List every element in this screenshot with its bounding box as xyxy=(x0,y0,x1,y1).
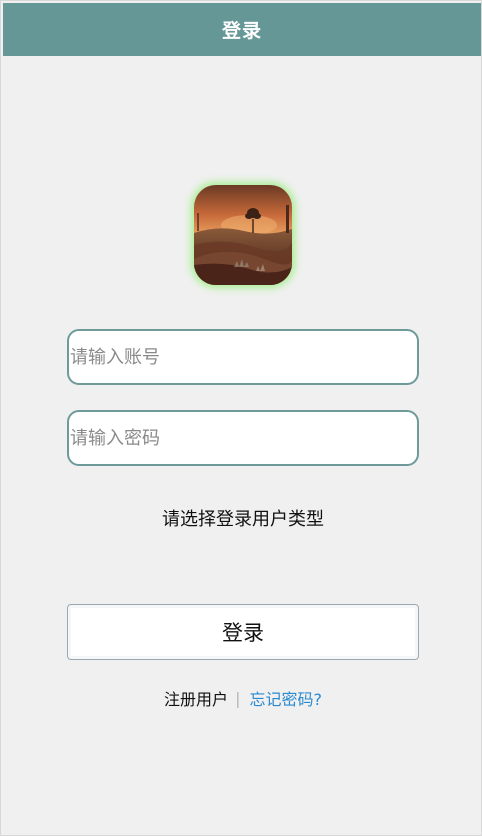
account-input[interactable] xyxy=(69,331,417,383)
link-separator: | xyxy=(235,688,241,708)
password-field[interactable] xyxy=(67,410,419,466)
avatar xyxy=(194,185,292,285)
account-field[interactable] xyxy=(67,329,419,385)
footer-links: 注册用户 | 忘记密码? xyxy=(1,686,482,710)
password-input[interactable] xyxy=(69,412,417,464)
user-type-selector[interactable]: 请选择登录用户类型 xyxy=(1,505,482,531)
login-button[interactable]: 登录 xyxy=(67,604,419,660)
app-header: 登录 xyxy=(3,3,481,56)
login-page: 登录 请输入账号 请选择登录用户类型 登录 注册用户 | 忘记密码? xyxy=(0,0,482,836)
landscape-sunset-image xyxy=(194,185,292,285)
register-link[interactable]: 注册用户 xyxy=(164,686,228,710)
forgot-password-link[interactable]: 忘记密码? xyxy=(249,686,322,710)
page-title: 登录 xyxy=(221,20,262,42)
